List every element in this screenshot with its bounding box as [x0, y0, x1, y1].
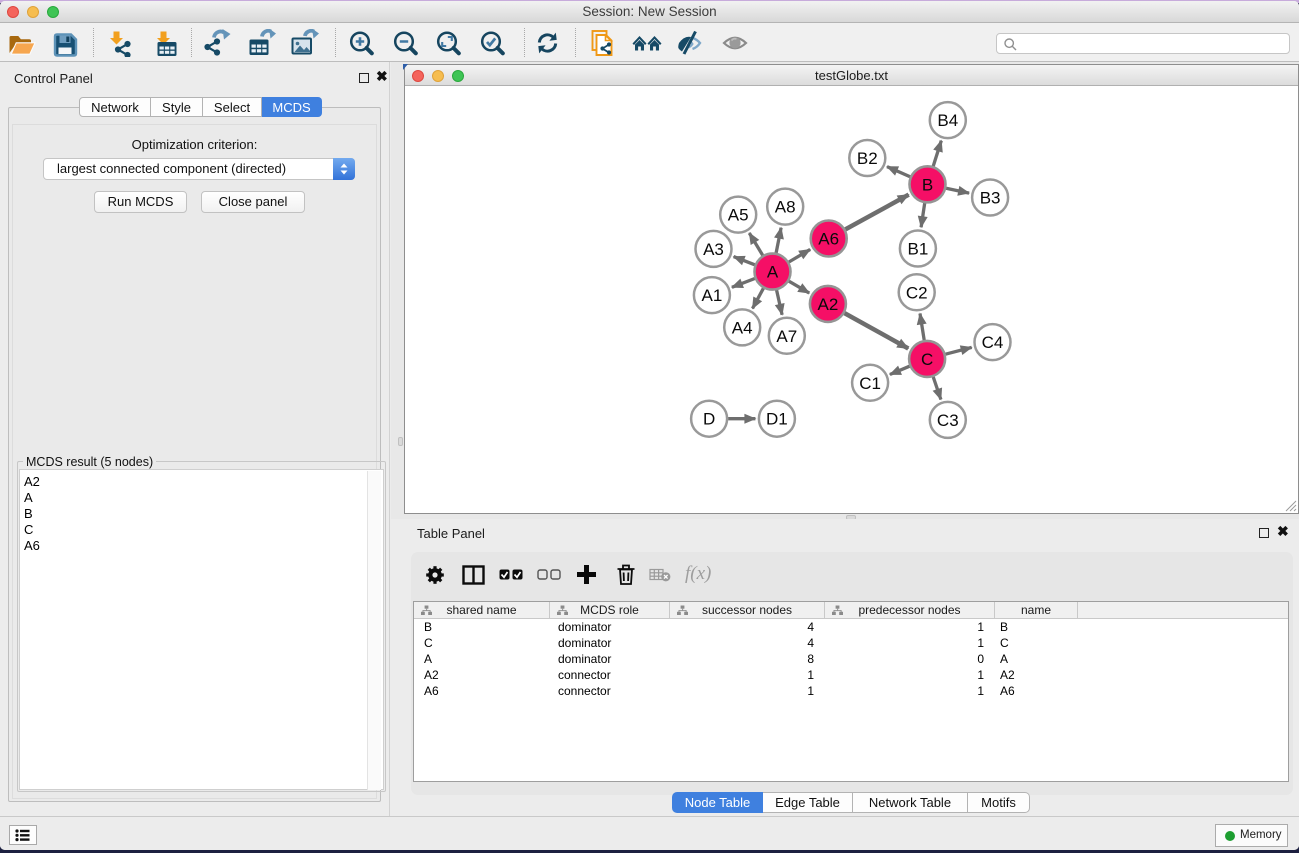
- svg-text:A2: A2: [818, 295, 839, 314]
- svg-text:A8: A8: [775, 198, 796, 217]
- svg-text:B2: B2: [857, 149, 878, 168]
- svg-text:A5: A5: [728, 206, 749, 225]
- svg-text:D: D: [703, 410, 715, 429]
- svg-text:B: B: [922, 175, 933, 194]
- svg-text:D1: D1: [766, 410, 788, 429]
- svg-text:C1: C1: [859, 374, 881, 393]
- svg-text:B4: B4: [937, 111, 958, 130]
- svg-text:A6: A6: [818, 230, 839, 249]
- svg-text:A7: A7: [776, 327, 797, 346]
- svg-text:B1: B1: [908, 240, 929, 259]
- svg-text:C2: C2: [906, 283, 928, 302]
- svg-text:C: C: [921, 350, 933, 369]
- svg-text:A: A: [767, 263, 779, 282]
- svg-text:C4: C4: [982, 333, 1004, 352]
- svg-text:B3: B3: [980, 189, 1001, 208]
- svg-text:C3: C3: [937, 411, 959, 430]
- svg-text:A3: A3: [703, 240, 724, 259]
- svg-text:A1: A1: [702, 286, 723, 305]
- svg-text:A4: A4: [732, 318, 753, 337]
